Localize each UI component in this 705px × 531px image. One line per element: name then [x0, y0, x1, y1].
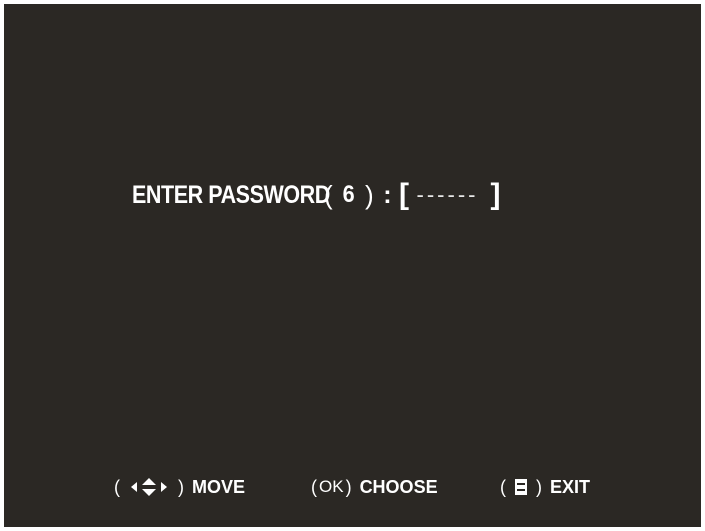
move-hint: ( ) MOVE: [114, 472, 245, 502]
move-hint-close-paren: ): [178, 476, 184, 497]
password-input-field[interactable]: ------: [417, 182, 479, 208]
password-prompt-label: ENTER PASSWORD: [132, 180, 330, 209]
exit-hint-open-paren: (: [500, 476, 506, 497]
osd-screen: ENTER PASSWORD ( 6 ) : [ ------ ]: [4, 4, 701, 527]
choose-hint-close-paren: ): [345, 476, 352, 497]
menu-key-icon: [514, 478, 528, 496]
exit-hint: ( ) EXIT: [500, 472, 590, 502]
password-field-open-bracket: [: [399, 178, 409, 211]
key-hint-bar: ( ) MOVE ( OK ) CHOOSE ( ) EXIT: [0, 472, 705, 502]
password-prompt: ENTER PASSWORD ( 6 ) : [ ------ ]: [132, 176, 500, 214]
password-field-close-bracket: ]: [490, 178, 501, 211]
length-close-paren: ): [365, 179, 374, 210]
password-colon: :: [383, 180, 392, 209]
move-hint-open-paren: (: [114, 476, 120, 497]
ok-key-label: OK: [319, 477, 344, 496]
choose-hint-open-paren: (: [311, 476, 317, 497]
exit-hint-label: EXIT: [550, 476, 591, 497]
arrow-keys-icon: [123, 476, 175, 498]
choose-hint: ( OK ) CHOOSE: [311, 472, 438, 502]
exit-hint-close-paren: ): [536, 476, 542, 497]
choose-hint-label: CHOOSE: [359, 476, 438, 497]
move-hint-label: MOVE: [192, 476, 246, 497]
password-length: 6: [342, 181, 355, 208]
